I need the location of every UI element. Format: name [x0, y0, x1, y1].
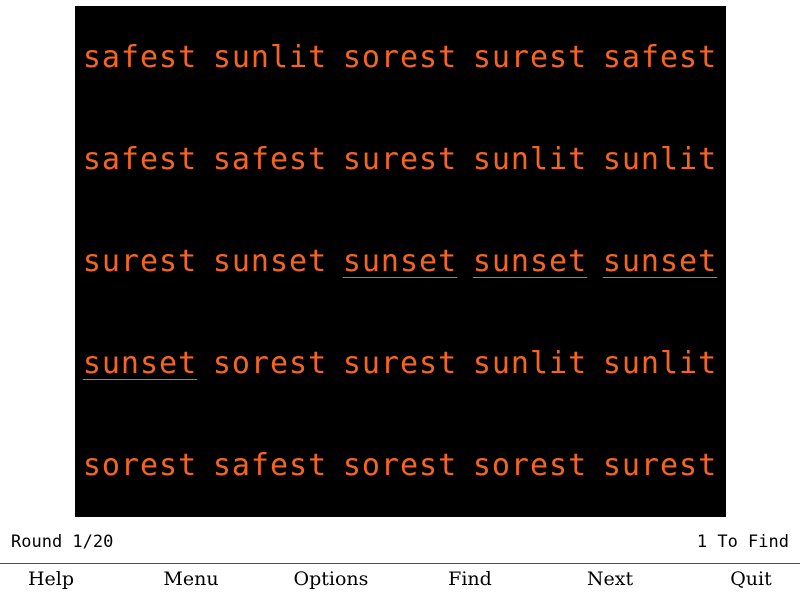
- word-tile[interactable]: surest: [600, 448, 720, 484]
- word-tile[interactable]: safest: [600, 40, 720, 76]
- menu-options-button[interactable]: Options: [271, 566, 391, 592]
- word-tile[interactable]: sunlit: [470, 346, 590, 382]
- word-tile[interactable]: sorest: [210, 346, 330, 382]
- menu-help-button[interactable]: Help: [0, 566, 111, 592]
- word-tile[interactable]: sunlit: [600, 346, 720, 382]
- word-tile[interactable]: sorest: [470, 448, 590, 484]
- word-tile[interactable]: surest: [340, 142, 460, 178]
- menu-next-button[interactable]: Next: [550, 566, 670, 592]
- word-tile-found[interactable]: sunset: [80, 346, 200, 382]
- word-tile[interactable]: sorest: [340, 448, 460, 484]
- word-tile-found[interactable]: sunset: [470, 244, 590, 280]
- word-tile-found[interactable]: sunset: [600, 244, 720, 280]
- word-tile[interactable]: sunset: [210, 244, 330, 280]
- word-tile[interactable]: sunlit: [470, 142, 590, 178]
- word-tile[interactable]: safest: [80, 142, 200, 178]
- menu-find-button[interactable]: Find: [410, 566, 530, 592]
- game-screen: safest sunlit sorest surest safest safest safe…: [0, 0, 800, 600]
- word-tile[interactable]: safest: [210, 142, 330, 178]
- word-grid-board: safest sunlit sorest surest safest safest safe…: [75, 6, 726, 517]
- menu-divider: [0, 563, 800, 564]
- word-tile[interactable]: sunlit: [210, 40, 330, 76]
- round-counter: Round 1/20: [11, 532, 114, 552]
- word-tile[interactable]: surest: [80, 244, 200, 280]
- word-tile[interactable]: surest: [470, 40, 590, 76]
- menu-quit-button[interactable]: Quit: [691, 566, 800, 592]
- word-tile[interactable]: sunlit: [600, 142, 720, 178]
- word-tile[interactable]: sorest: [80, 448, 200, 484]
- bottom-menu-bar: Help Menu Options Find Next Quit: [0, 566, 800, 594]
- word-tile[interactable]: safest: [80, 40, 200, 76]
- word-tile-found[interactable]: sunset: [340, 244, 460, 280]
- menu-menu-button[interactable]: Menu: [131, 566, 251, 592]
- words-to-find-counter: 1 To Find: [696, 532, 789, 552]
- word-tile[interactable]: safest: [210, 448, 330, 484]
- word-tile[interactable]: sorest: [340, 40, 460, 76]
- word-tile[interactable]: surest: [340, 346, 460, 382]
